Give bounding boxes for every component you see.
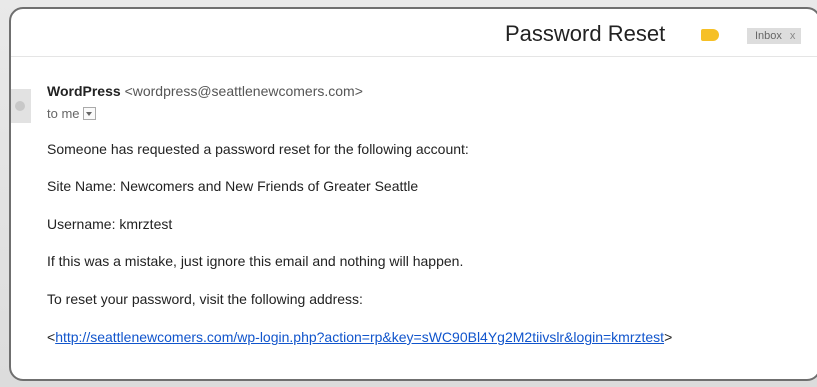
show-details-dropdown-icon[interactable] <box>82 107 96 121</box>
screenshot-frame: Password Reset Inbox x WordPress <wordpre… <box>0 0 817 387</box>
remove-label-button[interactable]: x <box>790 30 796 42</box>
inbox-label-badge[interactable]: Inbox x <box>747 28 802 44</box>
body-site-name: Site Name: Newcomers and New Friends of … <box>47 178 419 194</box>
link-open-bracket: < <box>47 329 56 345</box>
sender-name[interactable]: WordPress <box>47 83 121 99</box>
sender-email: <wordpress@seattlenewcomers.com> <box>124 83 363 99</box>
inbox-label-text: Inbox <box>755 30 782 42</box>
recipient-text: to me <box>47 106 80 121</box>
password-reset-link[interactable]: http://seattlenewcomers.com/wp-login.php… <box>55 329 664 345</box>
body-line-mistake: If this was a mistake, just ignore this … <box>47 253 464 269</box>
body-line-reset: To reset your password, visit the follow… <box>47 291 363 307</box>
body-username: Username: kmrztest <box>47 216 173 232</box>
recipient-line: to me <box>47 106 96 121</box>
person-icon <box>15 101 25 111</box>
email-subject: Password Reset <box>505 21 666 46</box>
link-close-bracket: > <box>664 329 673 345</box>
sender-line: WordPress <wordpress@seattlenewcomers.co… <box>47 83 363 99</box>
reset-link-line: <http://seattlenewcomers.com/wp-login.ph… <box>47 329 672 345</box>
avatar <box>11 89 31 123</box>
body-line-1: Someone has requested a password reset f… <box>47 141 469 157</box>
email-card: Password Reset Inbox x WordPress <wordpre… <box>9 7 817 381</box>
email-header: Password Reset Inbox x <box>11 9 817 57</box>
label-tag-icon[interactable] <box>701 29 719 41</box>
